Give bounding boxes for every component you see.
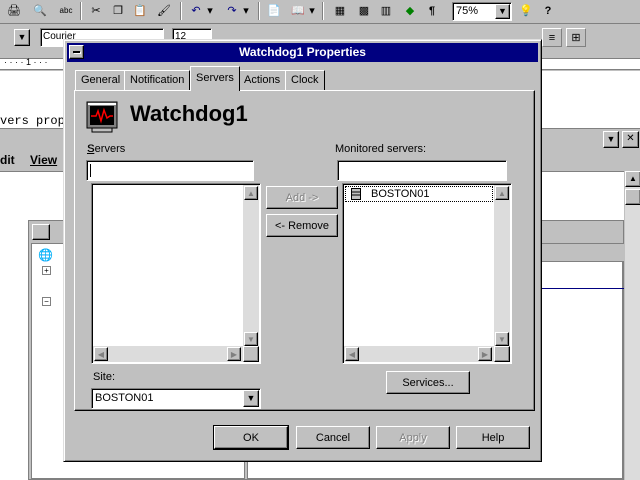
format-painter-icon[interactable]: 🖌 (154, 1, 174, 20)
insert-dropdown-icon[interactable]: ▾ (306, 1, 318, 20)
monitored-scroll-down-button[interactable]: ▼ (495, 332, 509, 346)
tab-general[interactable]: General (75, 70, 127, 90)
remove-button[interactable]: <- Remove (266, 214, 338, 237)
background-scroll-thumb[interactable] (625, 189, 640, 205)
help-button[interactable]: Help (456, 426, 530, 449)
tree-collapse-icon[interactable]: − (42, 297, 51, 306)
cancel-button[interactable]: Cancel (296, 426, 370, 449)
list-item[interactable]: BOSTON01 (345, 186, 493, 202)
align-left-icon[interactable]: ≡ (542, 28, 562, 47)
spelling-icon[interactable]: abc (56, 1, 76, 20)
background-vscroll[interactable]: ▲ (624, 171, 640, 480)
servers-hscroll[interactable]: ◀ ▶ (93, 346, 259, 362)
zoom-combobox[interactable]: 75% ▼ (452, 2, 512, 21)
table-borders-icon[interactable]: ⊞ (566, 28, 586, 47)
copy-icon[interactable]: ❐ (108, 1, 128, 20)
monitored-vscroll[interactable]: ▲ ▼ (494, 185, 510, 348)
site-combobox[interactable]: BOSTON01 ▼ (91, 388, 261, 409)
insert-addresses-icon[interactable]: 📖 (288, 1, 308, 20)
tip-wizard-icon[interactable]: 💡 (516, 1, 536, 20)
server-icon (351, 188, 361, 200)
undo-dropdown-icon[interactable]: ▾ (204, 1, 216, 20)
help-icon[interactable]: ? (538, 1, 558, 20)
text-cursor (90, 164, 91, 177)
site-value: BOSTON01 (95, 392, 154, 404)
servers-scroll-down-button[interactable]: ▼ (244, 332, 258, 346)
redo-icon[interactable]: ↷ (222, 1, 242, 20)
columns-icon[interactable]: ▥ (376, 1, 396, 20)
redo-dropdown-icon[interactable]: ▾ (240, 1, 252, 20)
autoformat-icon[interactable]: 📄 (264, 1, 284, 20)
services-button[interactable]: Services... (386, 371, 470, 394)
monitored-scroll-up-button[interactable]: ▲ (495, 186, 509, 200)
monitored-server-name: BOSTON01 (371, 188, 430, 200)
zoom-value: 75% (456, 5, 479, 17)
servers-vscroll[interactable]: ▲ ▼ (243, 185, 259, 348)
dialog-title: Watchdog1 Properties (239, 45, 366, 59)
drawing-icon[interactable]: ◆ (400, 1, 420, 20)
menu-edit[interactable]: dit (0, 153, 15, 167)
monitored-scroll-left-button[interactable]: ◀ (345, 347, 359, 361)
tab-servers[interactable]: Servers (190, 66, 240, 91)
cut-icon[interactable]: ✂ (86, 1, 106, 20)
show-hide-icon[interactable]: ¶ (422, 1, 442, 20)
monitored-filter-input[interactable] (337, 160, 507, 181)
style-dropdown-button[interactable]: ▼ (14, 29, 30, 46)
servers-scroll-left-button[interactable]: ◀ (94, 347, 108, 361)
dialog-titlebar[interactable]: Watchdog1 Properties (67, 43, 538, 62)
tree-root-icon: 🌐 (38, 248, 53, 262)
undo-icon[interactable]: ↶ (186, 1, 206, 20)
tab-clock[interactable]: Clock (285, 70, 325, 90)
spreadsheet-icon[interactable]: ▩ (354, 1, 374, 20)
document-text: vers prop (0, 114, 65, 128)
site-dropdown-button[interactable]: ▼ (243, 390, 259, 407)
tree-expand-icon[interactable]: + (42, 266, 51, 275)
table-icon[interactable]: ▦ (330, 1, 350, 20)
monitored-hscroll[interactable]: ◀ ▶ (344, 346, 510, 362)
monitored-servers-label: Monitored servers: (335, 143, 427, 155)
site-label: Site: (93, 371, 116, 383)
child-sysmenu-icon[interactable] (32, 224, 50, 240)
print-preview-icon[interactable]: 🖨 (4, 1, 24, 20)
watchdog-name-heading: Watchdog1 (130, 101, 248, 126)
monitored-servers-listbox[interactable]: BOSTON01 ▲ ▼ ◀ ▶ (342, 183, 512, 364)
servers-scroll-right-button[interactable]: ▶ (227, 347, 241, 361)
background-close-icon[interactable]: ✕ (622, 131, 639, 148)
monitor-icon (86, 101, 118, 133)
zoom-dropdown-button[interactable]: ▼ (495, 4, 510, 19)
background-dropdown-button[interactable]: ▼ (603, 131, 619, 148)
servers-scroll-up-button[interactable]: ▲ (244, 186, 258, 200)
servers-listbox[interactable]: ▲ ▼ ◀ ▶ (91, 183, 261, 364)
menu-view[interactable]: View (30, 153, 57, 167)
monitored-scroll-right-button[interactable]: ▶ (478, 347, 492, 361)
servers-label: SServers (87, 143, 126, 155)
tab-actions[interactable]: Actions (238, 70, 287, 90)
add-button[interactable]: Add -> (266, 186, 338, 209)
paste-icon[interactable]: 📋 (130, 1, 150, 20)
preview-icon[interactable]: 🔍 (30, 1, 50, 20)
servers-filter-input[interactable] (86, 160, 254, 181)
background-scroll-up-button[interactable]: ▲ (625, 171, 640, 187)
ok-button[interactable]: OK (213, 425, 289, 450)
standard-toolbar: 🖨 🔍 abc ✂ ❐ 📋 🖌 ↶ ▾ ↷ ▾ 📄 📖 ▾ ▦ ▩ ▥ ◆ ¶ … (0, 0, 640, 24)
tab-notification[interactable]: Notification (124, 70, 191, 90)
apply-button[interactable]: Apply (376, 426, 450, 449)
